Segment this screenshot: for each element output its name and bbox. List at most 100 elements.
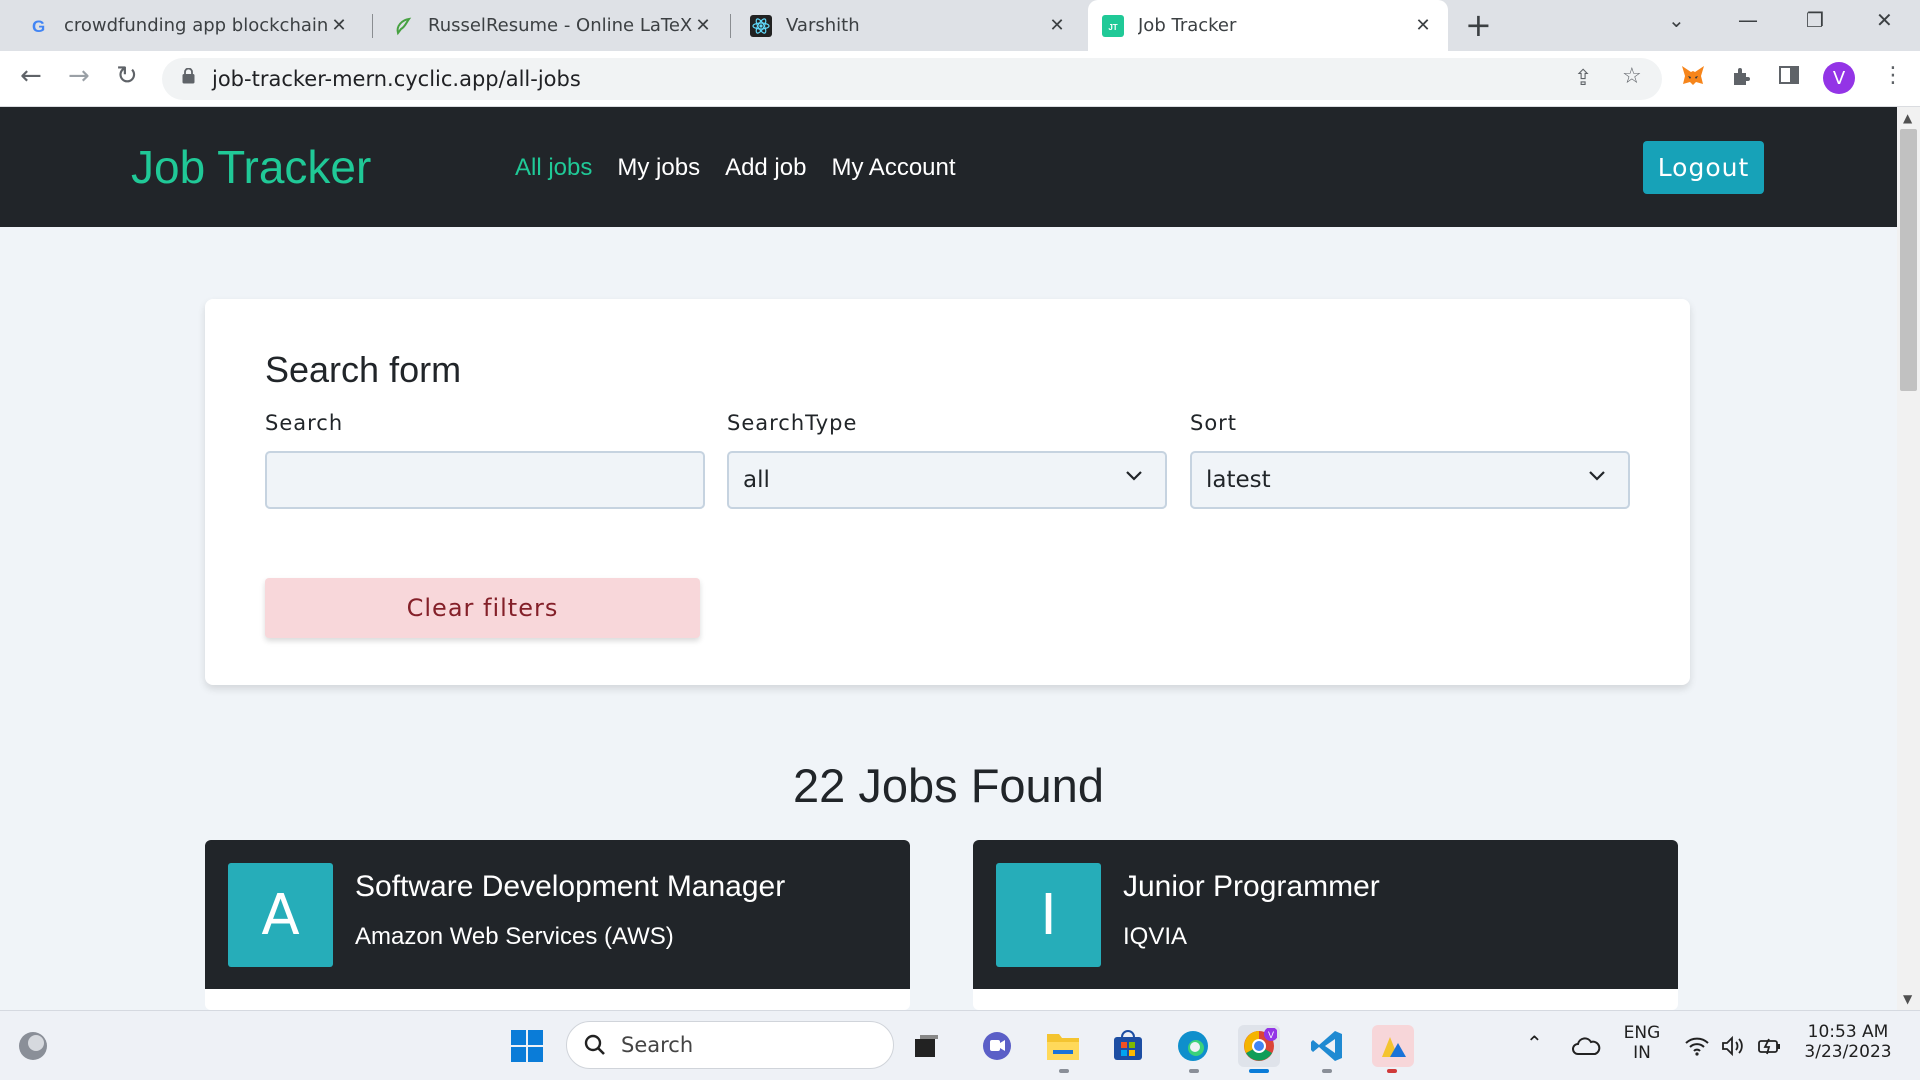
edge-icon[interactable] xyxy=(1172,1025,1214,1067)
active-app-indicator xyxy=(1249,1069,1269,1073)
running-indicator xyxy=(1322,1069,1332,1073)
browser-tab-3[interactable]: Varshith ✕ xyxy=(736,0,1082,51)
menu-kebab-icon[interactable]: ⋮ xyxy=(1882,63,1904,88)
nav-links: All jobs My jobs Add job My Account xyxy=(515,154,956,182)
back-icon[interactable]: ← xyxy=(20,61,42,91)
reload-icon[interactable]: ↻ xyxy=(116,61,138,91)
file-explorer-icon[interactable] xyxy=(1042,1025,1084,1067)
close-tab-icon[interactable]: ✕ xyxy=(1046,15,1068,36)
windows-taskbar: Search V ⌃ ENG IN 10:53 AM 3/23/2023 xyxy=(0,1010,1920,1080)
clock[interactable]: 10:53 AM 3/23/2023 xyxy=(1800,1022,1896,1062)
svg-text:G: G xyxy=(32,17,45,36)
tab-search-icon[interactable]: ⌄ xyxy=(1668,8,1685,32)
search-label: Search xyxy=(265,411,344,435)
attention-indicator xyxy=(1387,1069,1397,1073)
tab-title: RusselResume - Online LaTeX Edi xyxy=(428,15,692,36)
vscode-icon[interactable] xyxy=(1306,1025,1348,1067)
clock-date: 3/23/2023 xyxy=(1804,1042,1892,1062)
scrollbar-thumb[interactable] xyxy=(1900,129,1917,391)
restore-icon[interactable]: ❐ xyxy=(1806,8,1824,32)
job-company: Amazon Web Services (AWS) xyxy=(355,923,674,950)
new-tab-button[interactable]: + xyxy=(1465,6,1492,44)
profile-avatar[interactable]: V xyxy=(1823,62,1855,94)
svg-text:V: V xyxy=(1268,1030,1274,1040)
clear-filters-button[interactable]: Clear filters xyxy=(265,578,700,638)
taskbar-search-label: Search xyxy=(621,1033,694,1057)
chevron-down-icon xyxy=(1589,471,1605,481)
widgets-icon[interactable] xyxy=(12,1025,54,1067)
onedrive-icon[interactable] xyxy=(1565,1025,1607,1067)
company-letter-avatar: A xyxy=(228,863,333,967)
sort-select[interactable]: latest xyxy=(1190,451,1630,509)
battery-icon[interactable] xyxy=(1748,1025,1790,1067)
job-card-header: I Junior Programmer IQVIA xyxy=(973,840,1678,989)
minimize-icon[interactable]: — xyxy=(1738,8,1758,32)
address-bar[interactable]: job-tracker-mern.cyclic.app/all-jobs ⇪ ☆ xyxy=(162,58,1662,100)
job-title: Software Development Manager xyxy=(355,870,786,903)
browser-tab-4[interactable]: JT Job Tracker ✕ xyxy=(1088,0,1448,51)
browser-tab-2[interactable]: RusselResume - Online LaTeX Edi ✕ xyxy=(378,0,728,51)
nav-add-job[interactable]: Add job xyxy=(725,154,806,182)
url-text: job-tracker-mern.cyclic.app/all-jobs xyxy=(212,67,581,91)
overleaf-icon xyxy=(392,15,414,37)
react-icon xyxy=(750,14,772,37)
search-form-card: Search form Search SearchType all Sort l… xyxy=(205,299,1690,685)
search-type-label: SearchType xyxy=(727,411,858,435)
scroll-down-icon[interactable]: ▼ xyxy=(1903,992,1912,1006)
nav-all-jobs[interactable]: All jobs xyxy=(515,154,592,182)
extensions-icon[interactable] xyxy=(1730,64,1754,94)
scroll-up-icon[interactable]: ▲ xyxy=(1903,111,1912,125)
search-form-title: Search form xyxy=(265,349,462,390)
tab-title: Varshith xyxy=(786,15,860,36)
side-panel-icon[interactable] xyxy=(1778,64,1800,92)
job-company: IQVIA xyxy=(1123,923,1188,950)
forward-icon[interactable]: → xyxy=(68,61,90,91)
close-tab-icon[interactable]: ✕ xyxy=(692,15,714,36)
browser-tab-1[interactable]: G crowdfunding app blockchain de ✕ xyxy=(14,0,364,51)
tab-title: Job Tracker xyxy=(1138,15,1237,36)
sort-label: Sort xyxy=(1190,411,1238,435)
search-input[interactable] xyxy=(265,451,705,509)
app-navbar: Job Tracker All jobs My jobs Add job My … xyxy=(0,107,1897,227)
nav-my-jobs[interactable]: My jobs xyxy=(617,154,700,182)
language-code: ENG xyxy=(1623,1023,1661,1043)
jobs-found-heading: 22 Jobs Found xyxy=(793,759,1104,812)
language-indicator[interactable]: ENG IN xyxy=(1620,1023,1664,1063)
chevron-down-icon xyxy=(1126,471,1142,481)
job-title: Junior Programmer xyxy=(1123,870,1380,903)
close-tab-icon[interactable]: ✕ xyxy=(1412,15,1434,36)
jt-icon-text: JT xyxy=(1108,23,1117,32)
search-icon xyxy=(584,1034,605,1055)
running-indicator xyxy=(1189,1069,1199,1073)
metamask-icon[interactable] xyxy=(1680,64,1706,94)
start-icon[interactable] xyxy=(506,1025,548,1067)
tab-divider xyxy=(730,14,731,38)
browser-tab-strip: G crowdfunding app blockchain de ✕ Russe… xyxy=(0,0,1920,51)
bookmark-star-icon[interactable]: ☆ xyxy=(1622,64,1642,89)
teams-chat-icon[interactable] xyxy=(976,1025,1018,1067)
region-code: IN xyxy=(1633,1043,1651,1063)
brand-logo[interactable]: Job Tracker xyxy=(131,140,371,194)
chrome-icon[interactable]: V xyxy=(1238,1025,1280,1067)
window-close-icon[interactable]: ✕ xyxy=(1876,8,1893,32)
task-view-icon[interactable] xyxy=(906,1025,948,1067)
sort-value: latest xyxy=(1206,467,1271,493)
nav-my-account[interactable]: My Account xyxy=(831,154,955,182)
running-indicator xyxy=(1059,1069,1069,1073)
job-card: A Software Development Manager Amazon We… xyxy=(205,840,910,1010)
lock-icon xyxy=(182,68,195,84)
logout-button[interactable]: Logout xyxy=(1643,141,1764,194)
share-icon[interactable]: ⇪ xyxy=(1574,66,1592,91)
search-type-select[interactable]: all xyxy=(727,451,1167,509)
close-tab-icon[interactable]: ✕ xyxy=(328,15,350,36)
google-icon: G xyxy=(28,15,50,37)
clock-time: 10:53 AM xyxy=(1807,1022,1889,1042)
company-letter-avatar: I xyxy=(996,863,1101,967)
show-hidden-icons-icon[interactable]: ⌃ xyxy=(1526,1031,1543,1055)
ms-store-icon[interactable] xyxy=(1107,1025,1149,1067)
search-type-value: all xyxy=(743,467,770,493)
app-icon[interactable] xyxy=(1372,1025,1414,1067)
page-scrollbar[interactable]: ▲ ▼ xyxy=(1897,107,1920,1010)
job-card: I Junior Programmer IQVIA xyxy=(973,840,1678,1010)
taskbar-search-box[interactable]: Search xyxy=(566,1021,894,1069)
